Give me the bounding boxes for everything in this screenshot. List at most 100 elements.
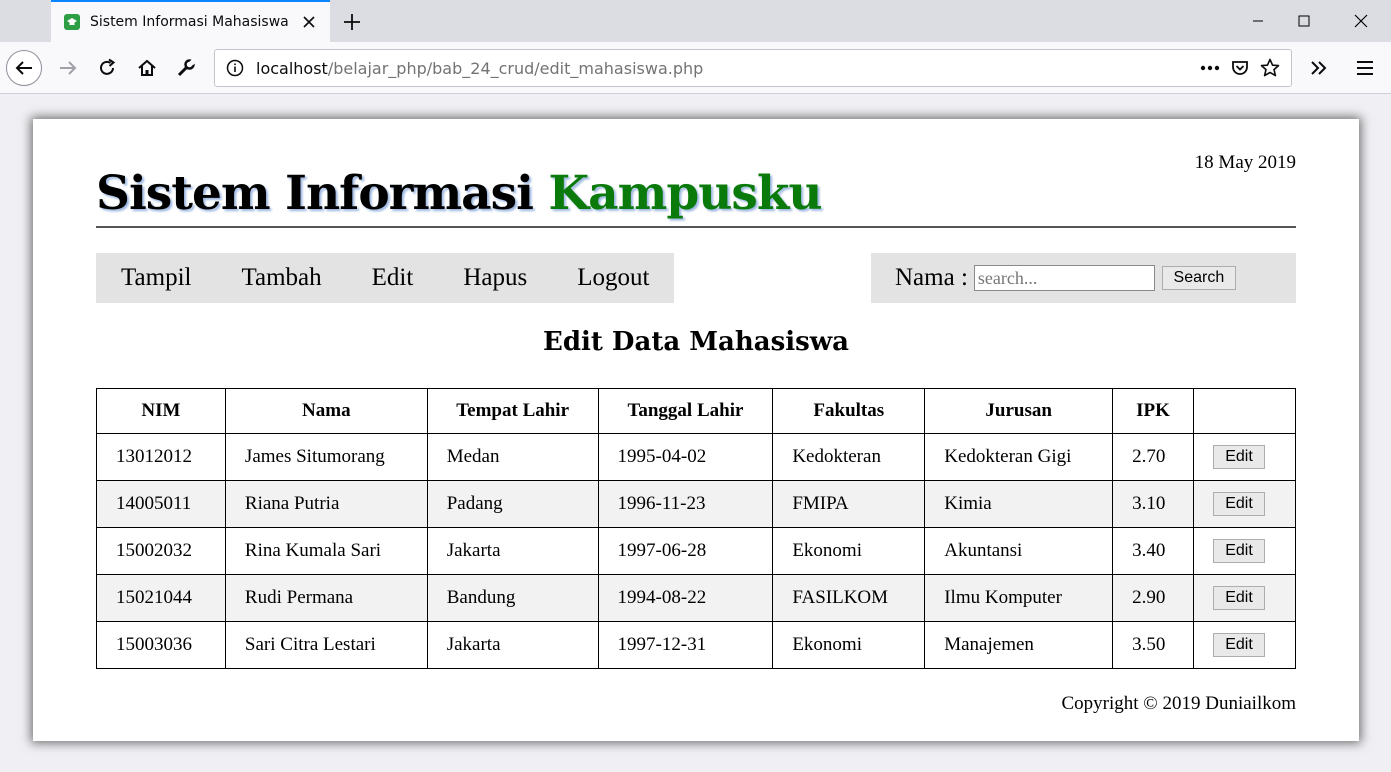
- cell-nama: Sari Citra Lestari: [224, 621, 428, 669]
- cell-nama: Rina Kumala Sari: [224, 527, 428, 575]
- cell-ipk: 2.70: [1112, 433, 1194, 481]
- graduation-cap-icon: [64, 14, 80, 30]
- minimize-icon[interactable]: [1235, 0, 1281, 42]
- back-arrow-icon[interactable]: [6, 50, 42, 86]
- column-header-tempat-lahir: Tempat Lahir: [426, 388, 599, 434]
- cell-ipk: 2.90: [1112, 574, 1194, 622]
- search-input[interactable]: [973, 265, 1155, 291]
- window-close-icon[interactable]: [1338, 0, 1384, 42]
- column-header-fakultas: Fakultas: [772, 388, 926, 434]
- search-form: Nama : Search: [871, 253, 1296, 303]
- menu-item-hapus[interactable]: Hapus: [463, 264, 527, 292]
- table-row: 15021044 Rudi Permana Bandung 1994-08-22…: [96, 574, 1296, 622]
- cell-ipk: 3.50: [1112, 621, 1194, 669]
- maximize-icon[interactable]: [1281, 0, 1327, 42]
- table-row: 14005011 Riana Putria Padang 1996-11-23 …: [96, 480, 1296, 528]
- site-title-accent: Kampusku: [548, 166, 822, 221]
- cell-action: Edit: [1193, 433, 1296, 481]
- cell-jurusan: Manajemen: [924, 621, 1114, 669]
- cell-tempat-lahir: Padang: [426, 480, 599, 528]
- hamburger-menu-icon[interactable]: [1347, 50, 1383, 86]
- cell-tanggal-lahir: 1996-11-23: [597, 480, 774, 528]
- footer-copyright: Copyright © 2019 Duniailkom: [1061, 693, 1296, 714]
- cell-tanggal-lahir: 1997-06-28: [597, 527, 774, 575]
- wrench-icon[interactable]: [168, 50, 204, 86]
- cell-action: Edit: [1193, 621, 1296, 669]
- site-header: Sistem Informasi Kampusku: [96, 163, 1296, 228]
- address-bar[interactable]: localhost/belajar_php/bab_24_crud/edit_m…: [214, 49, 1292, 87]
- cell-jurusan: Kedokteran Gigi: [924, 433, 1114, 481]
- edit-button[interactable]: Edit: [1213, 492, 1265, 516]
- edit-button[interactable]: Edit: [1213, 586, 1265, 610]
- new-tab-icon[interactable]: [338, 8, 366, 36]
- forward-arrow-icon[interactable]: [50, 50, 86, 86]
- column-header-jurusan: Jurusan: [924, 388, 1114, 434]
- cell-jurusan: Kimia: [924, 480, 1114, 528]
- site-title-main: Sistem Informasi: [96, 166, 549, 221]
- overflow-chevron-icon[interactable]: [1301, 50, 1337, 86]
- column-header-tanggal-lahir: Tanggal Lahir: [597, 388, 774, 434]
- main-menu: Tampil Tambah Edit Hapus Logout: [96, 253, 674, 303]
- info-icon[interactable]: [224, 57, 246, 79]
- cell-fakultas: Ekonomi: [772, 527, 926, 575]
- cell-action: Edit: [1193, 480, 1296, 528]
- edit-button[interactable]: Edit: [1213, 445, 1265, 469]
- cell-ipk: 3.40: [1112, 527, 1194, 575]
- cell-action: Edit: [1193, 574, 1296, 622]
- page-title: Edit Data Mahasiswa: [543, 327, 849, 357]
- cell-tempat-lahir: Jakarta: [426, 527, 599, 575]
- search-label: Nama :: [895, 264, 968, 291]
- edit-button[interactable]: Edit: [1213, 633, 1265, 657]
- cell-tempat-lahir: Medan: [426, 433, 599, 481]
- url-host: localhost: [256, 58, 328, 78]
- url-path: /belajar_php/bab_24_crud/edit_mahasiswa.…: [327, 58, 704, 78]
- url-text[interactable]: localhost/belajar_php/bab_24_crud/edit_m…: [256, 59, 1195, 78]
- table-row: 13012012 James Situmorang Medan 1995-04-…: [96, 433, 1296, 481]
- search-button[interactable]: Search: [1161, 266, 1236, 290]
- pocket-icon[interactable]: [1225, 53, 1255, 83]
- menu-item-tambah[interactable]: Tambah: [241, 264, 321, 292]
- menu-item-edit[interactable]: Edit: [372, 264, 414, 292]
- cell-fakultas: Kedokteran: [772, 433, 926, 481]
- cell-nim: 15002032: [96, 527, 226, 575]
- cell-fakultas: Ekonomi: [772, 621, 926, 669]
- cell-fakultas: FMIPA: [772, 480, 926, 528]
- site-title: Sistem Informasi Kampusku: [96, 163, 1296, 225]
- cell-nim: 13012012: [96, 433, 226, 481]
- column-header-ipk: IPK: [1112, 388, 1194, 434]
- menu-item-logout[interactable]: Logout: [577, 264, 649, 292]
- cell-tanggal-lahir: 1997-12-31: [597, 621, 774, 669]
- bookmark-star-icon[interactable]: [1255, 53, 1285, 83]
- edit-button[interactable]: Edit: [1213, 539, 1265, 563]
- page-viewport: 18 May 2019 Sistem Informasi Kampusku Ta…: [0, 95, 1391, 772]
- table-header-row: NIM Nama Tempat Lahir Tanggal Lahir Faku…: [96, 388, 1296, 434]
- reload-icon[interactable]: [89, 50, 125, 86]
- cell-nim: 15021044: [96, 574, 226, 622]
- column-header-nim: NIM: [96, 388, 226, 434]
- cell-tanggal-lahir: 1994-08-22: [597, 574, 774, 622]
- cell-fakultas: FASILKOM: [772, 574, 926, 622]
- cell-nim: 14005011: [96, 480, 226, 528]
- table-row: 15003036 Sari Citra Lestari Jakarta 1997…: [96, 621, 1296, 669]
- cell-action: Edit: [1193, 527, 1296, 575]
- tab-close-icon[interactable]: [298, 11, 320, 33]
- cell-tanggal-lahir: 1995-04-02: [597, 433, 774, 481]
- cell-nama: James Situmorang: [224, 433, 428, 481]
- column-header-action: [1193, 388, 1296, 434]
- tab-active[interactable]: Sistem Informasi Mahasiswa: [51, 0, 330, 42]
- table-row: 15002032 Rina Kumala Sari Jakarta 1997-0…: [96, 527, 1296, 575]
- home-icon[interactable]: [129, 50, 165, 86]
- cell-nama: Rudi Permana: [224, 574, 428, 622]
- tab-strip: Sistem Informasi Mahasiswa: [0, 0, 1391, 42]
- page-actions-icon[interactable]: [1195, 53, 1225, 83]
- cell-tempat-lahir: Jakarta: [426, 621, 599, 669]
- menu-item-tampil[interactable]: Tampil: [121, 264, 191, 292]
- column-header-nama: Nama: [224, 388, 428, 434]
- navigation-toolbar: localhost/belajar_php/bab_24_crud/edit_m…: [0, 42, 1391, 94]
- cell-nama: Riana Putria: [224, 480, 428, 528]
- page-container: 18 May 2019 Sistem Informasi Kampusku Ta…: [33, 119, 1359, 741]
- cell-ipk: 3.10: [1112, 480, 1194, 528]
- cell-jurusan: Akuntansi: [924, 527, 1114, 575]
- mahasiswa-table: NIM Nama Tempat Lahir Tanggal Lahir Faku…: [96, 388, 1296, 669]
- cell-nim: 15003036: [96, 621, 226, 669]
